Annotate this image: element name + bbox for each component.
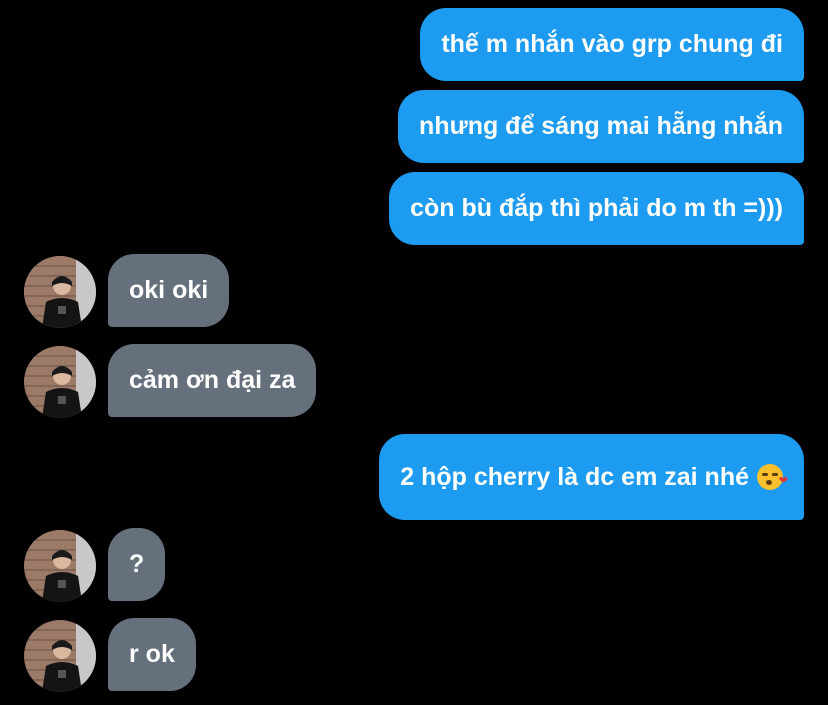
message-bubble-incoming[interactable]: oki oki xyxy=(108,254,230,327)
avatar[interactable] xyxy=(24,530,96,602)
message-bubble-outgoing[interactable]: thế m nhắn vào grp chung đi xyxy=(420,8,804,81)
message-bubble-incoming[interactable]: ? xyxy=(108,528,166,601)
message-text: cảm ơn đại za xyxy=(129,366,296,394)
message-bubble-outgoing[interactable]: còn bù đắp thì phải do m th =))) xyxy=(389,172,804,245)
message-text: ? xyxy=(129,550,145,578)
avatar-image xyxy=(24,346,96,418)
message-bubble-outgoing[interactable]: nhưng để sáng mai hẵng nhắn xyxy=(398,90,804,163)
face-blowing-kiss-icon: ❤ xyxy=(757,464,788,490)
message-bubble-incoming[interactable]: cảm ơn đại za xyxy=(108,344,317,417)
message-text: nhưng để sáng mai hẵng nhắn xyxy=(419,112,783,140)
avatar-image xyxy=(24,256,96,328)
message-text: r ok xyxy=(129,640,175,668)
avatar[interactable] xyxy=(24,346,96,418)
avatar-image xyxy=(24,620,96,692)
avatar[interactable] xyxy=(24,256,96,328)
avatar-image xyxy=(24,530,96,602)
message-text: còn bù đắp thì phải do m th =))) xyxy=(410,194,783,222)
message-bubble-incoming[interactable]: r ok xyxy=(108,618,196,691)
message-text: thế m nhắn vào grp chung đi xyxy=(441,30,783,58)
message-text: 2 hộp cherry là dc em zai nhé xyxy=(400,462,749,491)
message-text: oki oki xyxy=(129,276,209,304)
message-bubble-outgoing[interactable]: 2 hộp cherry là dc em zai nhé ❤ xyxy=(379,434,804,520)
avatar[interactable] xyxy=(24,620,96,692)
